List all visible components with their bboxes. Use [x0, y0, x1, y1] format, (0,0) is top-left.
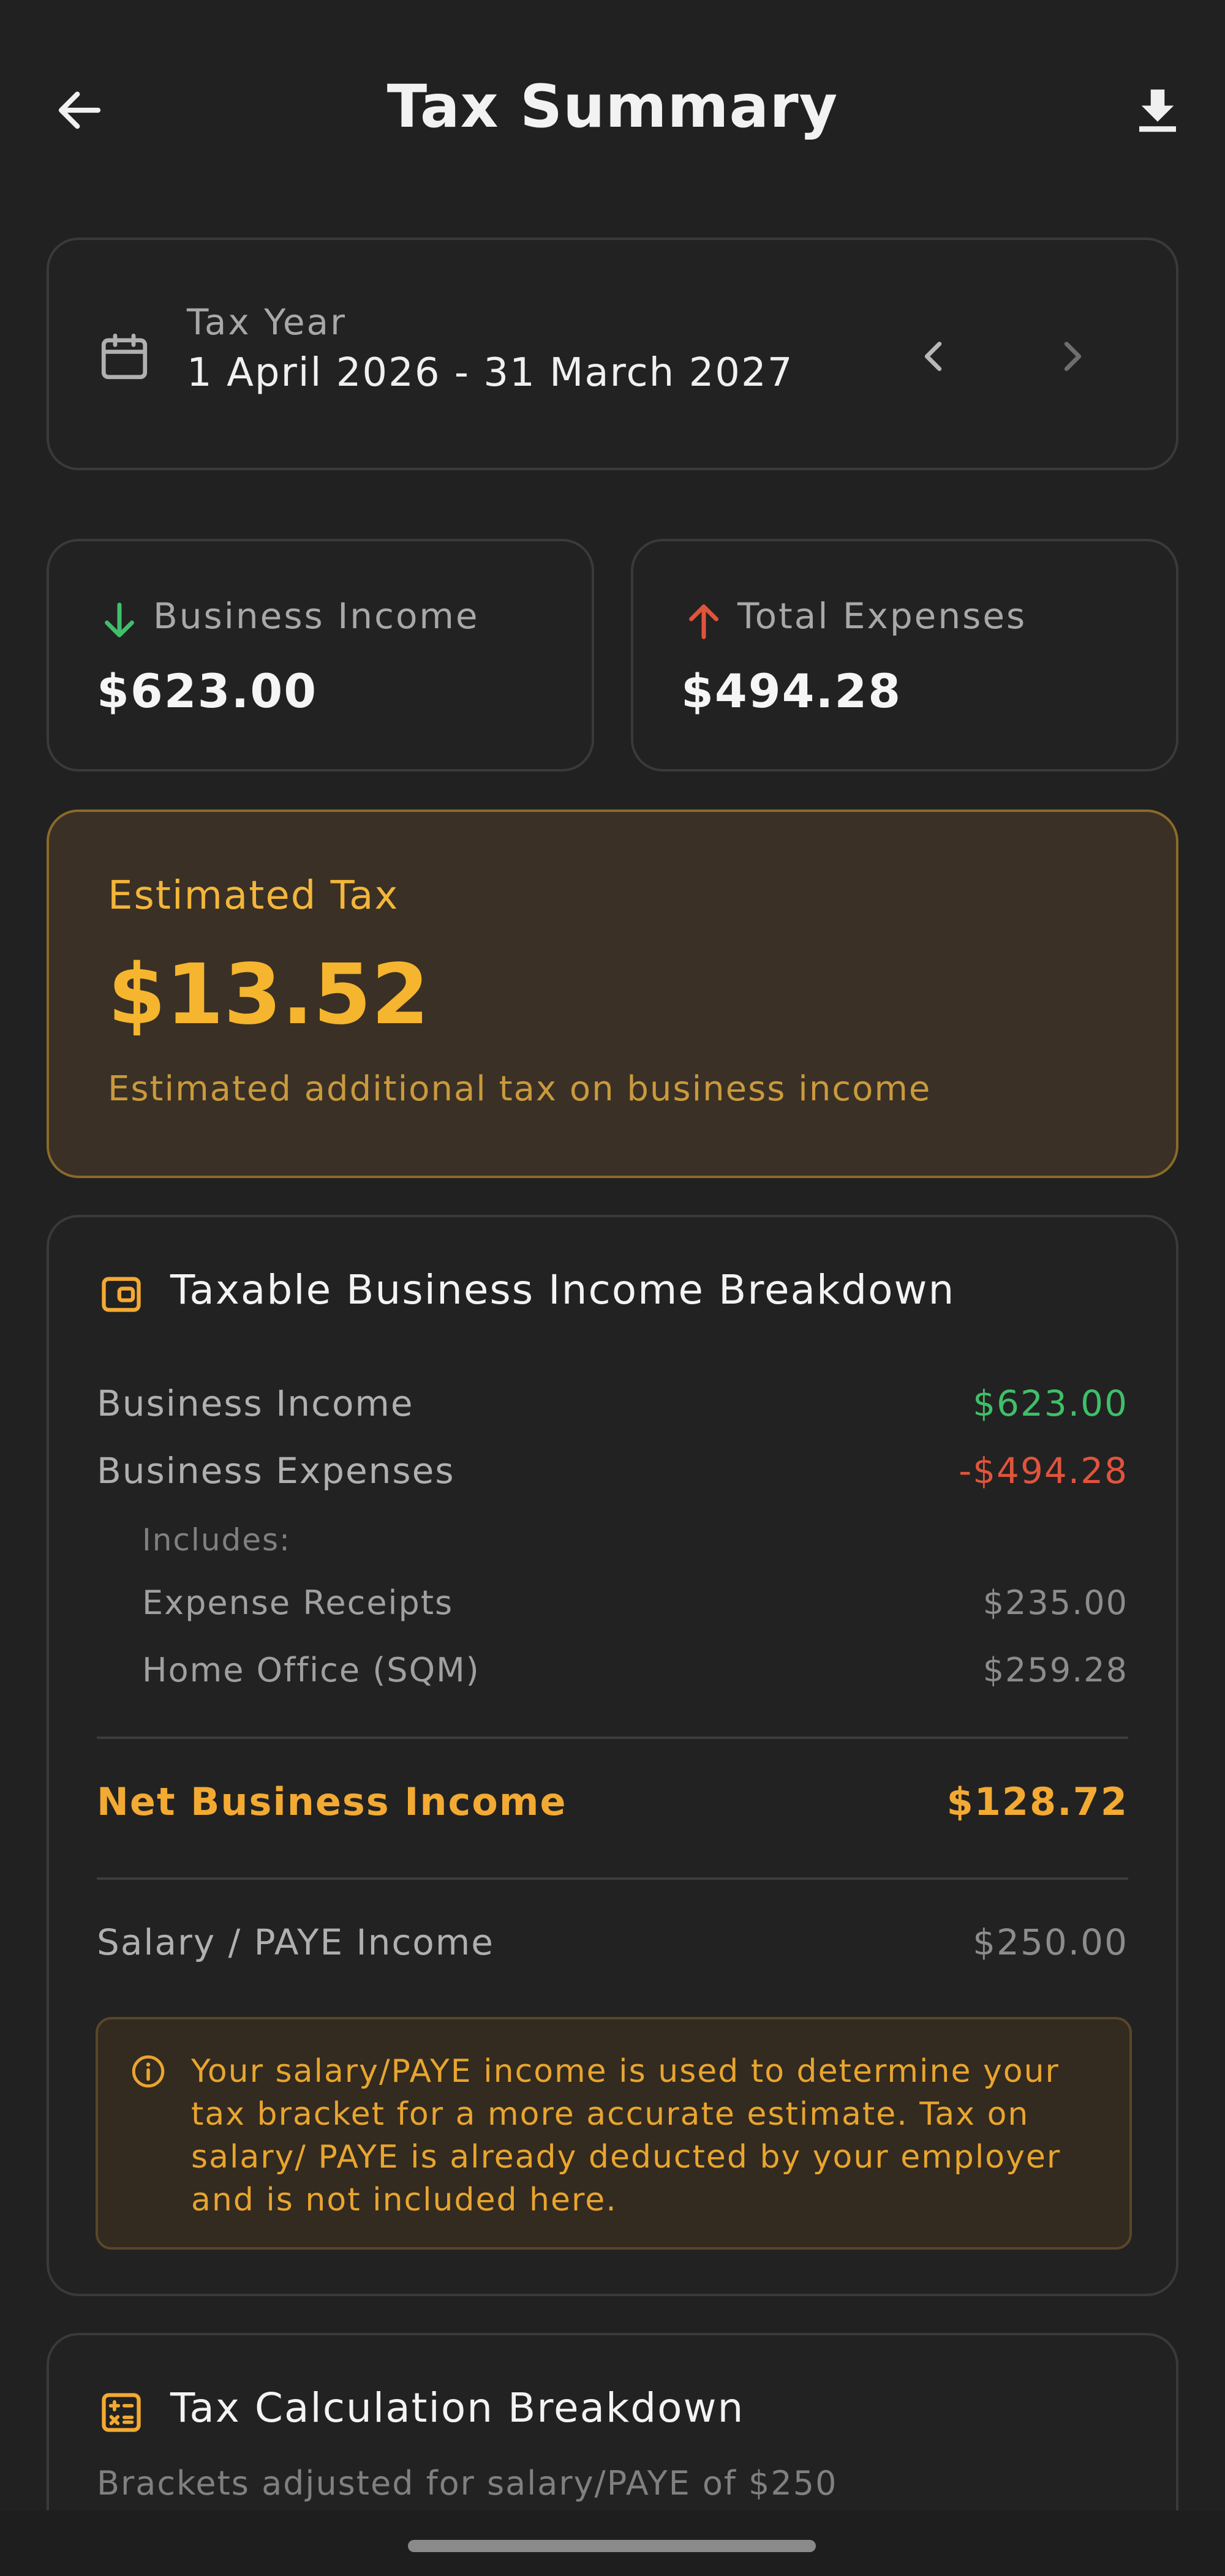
- arrow-down-icon: [105, 603, 134, 637]
- breakdown-title: Taxable Business Income Breakdown: [170, 1266, 956, 1313]
- business-income-value: $623.00: [97, 664, 318, 718]
- total-expenses-value: $494.28: [681, 664, 902, 718]
- estimated-tax-subtitle: Estimated additional tax on business inc…: [108, 1069, 932, 1109]
- tax-year-range: 1 April 2026 - 31 March 2027: [187, 350, 794, 396]
- salary-paye-row: Salary / PAYE Income $250.00: [97, 1921, 1128, 1963]
- calendar-icon: [101, 333, 148, 380]
- total-expenses-card: Total Expenses $494.28: [631, 539, 1178, 772]
- row-value: $623.00: [973, 1383, 1128, 1424]
- divider: [97, 1877, 1128, 1880]
- row-value: $250.00: [973, 1921, 1128, 1963]
- calculation-title: Tax Calculation Breakdown: [170, 2384, 745, 2431]
- row-value: $235.00: [982, 1583, 1128, 1622]
- previous-year-button[interactable]: [903, 326, 965, 387]
- business-expenses-row: Business Expenses -$494.28: [97, 1450, 1128, 1492]
- wallet-icon: [102, 1277, 141, 1312]
- tax-year-selector: Tax Year 1 April 2026 - 31 March 2027: [47, 238, 1178, 470]
- app-header: Tax Summary: [0, 0, 1225, 227]
- next-year-button[interactable]: [1041, 326, 1102, 387]
- arrow-up-icon: [689, 604, 718, 639]
- divider: [97, 1737, 1128, 1739]
- estimated-tax-card: Estimated Tax $13.52 Estimated additiona…: [47, 809, 1178, 1178]
- row-label: Business Income: [97, 1383, 414, 1424]
- row-value: $128.72: [946, 1779, 1128, 1824]
- salary-info-box: Your salary/PAYE income is used to deter…: [96, 2017, 1132, 2250]
- tax-year-label: Tax Year: [187, 301, 347, 343]
- home-indicator[interactable]: [408, 2540, 816, 2552]
- total-expenses-label: Total Expenses: [737, 595, 1027, 637]
- business-income-card: Business Income $623.00: [47, 539, 594, 772]
- row-label: Net Business Income: [97, 1779, 567, 1824]
- estimated-tax-value: $13.52: [108, 947, 429, 1043]
- home-office-row: Home Office (SQM) $259.28: [142, 1651, 1128, 1689]
- income-breakdown-card: Taxable Business Income Breakdown Busine…: [47, 1215, 1178, 2296]
- business-income-row: Business Income $623.00: [97, 1383, 1128, 1424]
- calculation-subtitle: Brackets adjusted for salary/PAYE of $25…: [97, 2464, 838, 2503]
- chevron-right-icon: [1064, 342, 1082, 371]
- calculator-icon: [102, 2393, 141, 2432]
- row-label: Home Office (SQM): [142, 1651, 480, 1689]
- row-value: -$494.28: [959, 1450, 1128, 1492]
- includes-label: Includes:: [142, 1522, 291, 1558]
- estimated-tax-label: Estimated Tax: [108, 873, 399, 918]
- download-button[interactable]: [1127, 80, 1188, 141]
- business-income-label: Business Income: [153, 595, 480, 637]
- row-label: Salary / PAYE Income: [97, 1921, 494, 1963]
- salary-info-text: Your salary/PAYE income is used to deter…: [191, 2053, 1061, 2218]
- net-business-income-row: Net Business Income $128.72: [97, 1779, 1128, 1824]
- chevron-left-icon: [924, 342, 942, 371]
- info-icon: [132, 2055, 165, 2088]
- page-title: Tax Summary: [386, 72, 839, 141]
- row-label: Business Expenses: [97, 1450, 455, 1492]
- expense-receipts-row: Expense Receipts $235.00: [142, 1583, 1128, 1622]
- row-value: $259.28: [982, 1651, 1128, 1689]
- download-icon: [1139, 89, 1176, 132]
- row-label: Expense Receipts: [142, 1583, 454, 1622]
